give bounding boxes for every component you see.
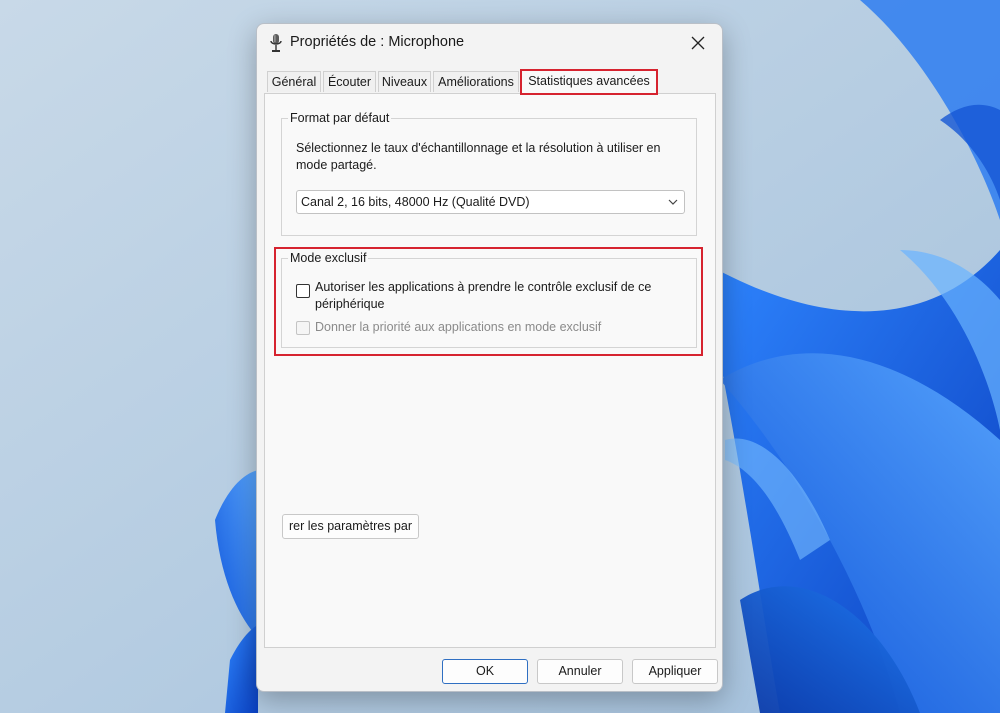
chevron-down-icon xyxy=(668,199,678,205)
default-format-description: Sélectionnez le taux d'échantillonnage e… xyxy=(296,141,661,172)
close-button[interactable] xyxy=(680,28,716,58)
highlight-active-tab xyxy=(520,69,658,95)
properties-dialog: Propriétés de : Microphone Général Écout… xyxy=(256,23,723,692)
tab-ameliorations[interactable]: Améliorations xyxy=(433,71,519,92)
tab-panel: Format par défaut Sélectionnez le taux d… xyxy=(264,93,716,648)
close-icon xyxy=(691,36,705,50)
microphone-icon xyxy=(270,34,282,52)
sample-rate-value: Canal 2, 16 bits, 48000 Hz (Qualité DVD) xyxy=(301,195,530,209)
tab-niveaux[interactable]: Niveaux xyxy=(378,71,431,92)
title-bar: Propriétés de : Microphone xyxy=(257,24,722,62)
sample-rate-dropdown[interactable]: Canal 2, 16 bits, 48000 Hz (Qualité DVD) xyxy=(296,190,685,214)
highlight-exclusive-mode xyxy=(274,247,703,356)
window-title: Propriétés de : Microphone xyxy=(290,34,465,50)
cancel-button[interactable]: Annuler xyxy=(537,659,623,684)
restore-defaults-button[interactable]: rer les paramètres par xyxy=(282,514,419,539)
default-format-title: Format par défaut xyxy=(288,110,392,126)
apply-button[interactable]: Appliquer xyxy=(632,659,718,684)
default-format-group: Format par défaut Sélectionnez le taux d… xyxy=(281,110,697,236)
tab-ecouter[interactable]: Écouter xyxy=(323,71,376,92)
tab-general[interactable]: Général xyxy=(267,71,321,92)
ok-button[interactable]: OK xyxy=(442,659,528,684)
